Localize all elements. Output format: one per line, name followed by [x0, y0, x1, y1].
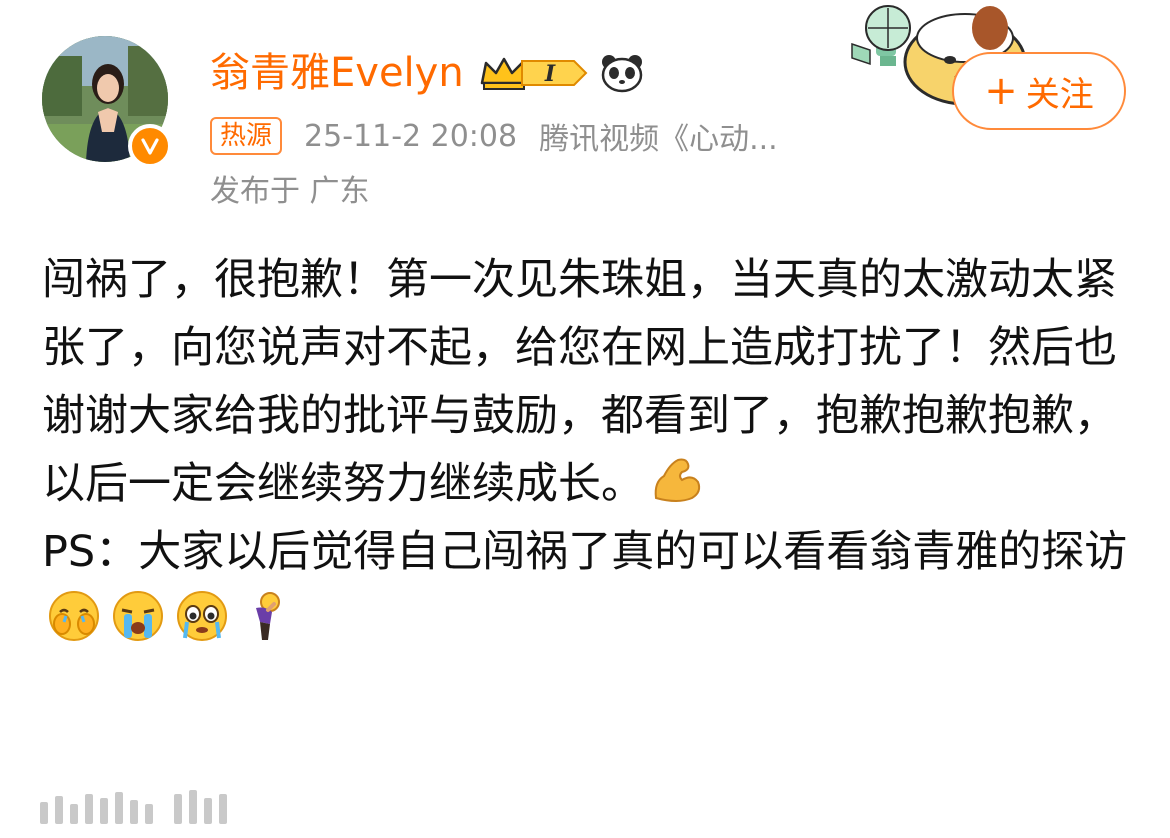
crown-icon[interactable]: I — [478, 53, 590, 93]
post-paragraph-1-text: 闯祸了，很抱歉！第一次见朱珠姐，当天真的太激动太紧张了，向您说声对不起，给您在网… — [42, 255, 1117, 509]
post-time: 25-11-2 20:08 — [304, 118, 518, 154]
post-paragraph-2-text: PS：大家以后觉得自己闯祸了真的可以看看翁青雅的探访 — [42, 527, 1128, 577]
verified-badge-icon — [128, 124, 172, 168]
post-location: 发布于 广东 — [210, 174, 370, 209]
teary-face-icon — [174, 588, 230, 644]
post-body: 闯祸了，很抱歉！第一次见朱珠姐，当天真的太激动太紧张了，向您说声对不起，给您在网… — [42, 246, 1132, 654]
loudly-crying-icon — [110, 588, 166, 644]
post-paragraph-1: 闯祸了，很抱歉！第一次见朱珠姐，当天真的太激动太紧张了，向您说声对不起，给您在网… — [42, 246, 1132, 518]
truncated-content-strip — [40, 790, 227, 824]
follow-label: 关注 — [1025, 74, 1094, 115]
post-meta: 热源 25-11-2 20:08 腾讯视频《心动... — [210, 114, 778, 158]
hot-source-badge[interactable]: 热源 — [210, 117, 283, 155]
flexed-biceps-icon — [648, 452, 704, 508]
post-source[interactable]: 腾讯视频《心动... — [539, 114, 778, 158]
post-paragraph-2: PS：大家以后觉得自己闯祸了真的可以看看翁青雅的探访 — [42, 518, 1132, 654]
panda-icon — [601, 55, 642, 93]
facepalm-figure-icon — [238, 588, 294, 644]
username[interactable]: 翁青雅Evelyn — [210, 46, 464, 100]
level-badge: I — [544, 61, 556, 87]
plus-icon: + — [984, 68, 1018, 114]
username-row: 翁青雅Evelyn I — [210, 46, 644, 100]
follow-button[interactable]: + 关注 — [952, 52, 1126, 130]
hugging-cry-icon — [46, 588, 102, 644]
